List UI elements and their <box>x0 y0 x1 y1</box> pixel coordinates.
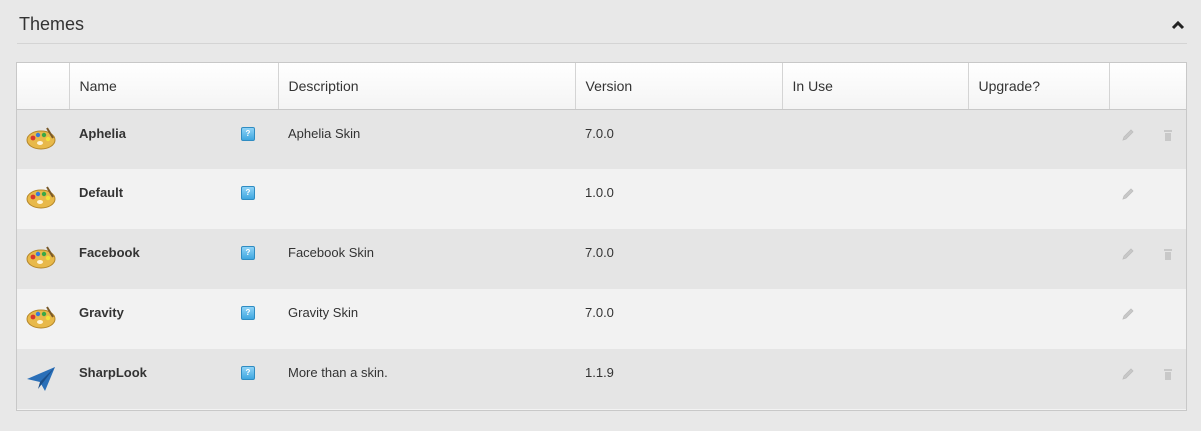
header-icon <box>17 63 70 110</box>
theme-name-cell: Aphelia ? <box>69 109 278 169</box>
theme-description: Aphelia Skin <box>288 125 361 141</box>
theme-version: 1.1.9 <box>585 365 614 380</box>
collapse-icon[interactable] <box>1171 18 1185 30</box>
theme-in-use <box>782 229 968 289</box>
table-row: Gravity ? Gravity Skin 7.0.0 <box>17 289 1186 349</box>
table-row: SharpLook ? More than a skin. 1.1.9 <box>17 349 1186 409</box>
theme-version: 7.0.0 <box>585 245 614 260</box>
palette-icon <box>25 306 57 334</box>
theme-description <box>278 169 575 229</box>
pencil-icon[interactable] <box>1121 367 1135 381</box>
theme-name-cell: SharpLook ? <box>69 349 278 409</box>
theme-actions <box>1109 169 1186 229</box>
pencil-icon[interactable] <box>1121 128 1135 142</box>
theme-description: Facebook Skin <box>288 245 374 260</box>
help-icon[interactable]: ? <box>241 186 255 200</box>
theme-in-use <box>782 169 968 229</box>
theme-name: Aphelia <box>79 125 126 141</box>
header-actions <box>1109 63 1186 110</box>
help-icon[interactable]: ? <box>241 306 255 320</box>
table-header-row: Name Description Version In Use Upgrade? <box>17 63 1186 110</box>
theme-actions <box>1109 229 1186 289</box>
theme-version: 7.0.0 <box>585 125 614 141</box>
palette-icon <box>25 246 57 274</box>
theme-in-use <box>782 349 968 409</box>
themes-table: Name Description Version In Use Upgrade?… <box>16 62 1187 411</box>
theme-name: Facebook <box>79 245 140 260</box>
table-row: Facebook ? Facebook Skin 7.0.0 <box>17 229 1186 289</box>
theme-icon-cell <box>17 289 69 349</box>
header-description[interactable]: Description <box>278 63 576 110</box>
palette-icon <box>25 126 57 155</box>
theme-name: Gravity <box>79 305 124 320</box>
theme-actions <box>1109 289 1186 349</box>
theme-name-cell: Gravity ? <box>69 289 278 349</box>
theme-upgrade <box>968 349 1109 409</box>
theme-description: Gravity Skin <box>288 305 359 320</box>
theme-name-cell: Default ? <box>69 169 278 229</box>
theme-name: Default <box>79 185 124 200</box>
header-version[interactable]: Version <box>575 63 783 110</box>
header-name[interactable]: Name <box>69 63 279 110</box>
table-row: Aphelia ? Aphelia Skin 7.0.0 <box>17 109 1186 169</box>
theme-name: SharpLook <box>79 365 147 380</box>
theme-icon-cell <box>17 349 69 409</box>
panel-header: Themes <box>17 0 1187 44</box>
theme-upgrade <box>968 229 1109 289</box>
trash-icon[interactable] <box>1161 367 1175 381</box>
table-row: Default ? 1.0.0 <box>17 169 1186 229</box>
theme-actions <box>1109 349 1186 409</box>
trash-icon[interactable] <box>1161 128 1175 142</box>
theme-icon-cell <box>17 229 69 289</box>
header-upgrade[interactable]: Upgrade? <box>968 63 1110 110</box>
help-icon[interactable]: ? <box>241 246 255 260</box>
theme-actions <box>1109 109 1186 169</box>
theme-description: More than a skin. <box>288 365 388 380</box>
trash-icon[interactable] <box>1161 247 1175 261</box>
pencil-icon[interactable] <box>1121 247 1135 261</box>
theme-icon-cell <box>17 109 69 169</box>
help-icon[interactable]: ? <box>241 126 255 141</box>
theme-icon-cell <box>17 169 69 229</box>
theme-in-use <box>782 109 968 169</box>
theme-upgrade <box>968 289 1109 349</box>
theme-name-cell: Facebook ? <box>69 229 278 289</box>
theme-version: 7.0.0 <box>585 305 614 320</box>
theme-version: 1.0.0 <box>585 185 614 200</box>
pencil-icon[interactable] <box>1121 307 1135 321</box>
pencil-icon[interactable] <box>1121 187 1135 201</box>
palette-icon <box>25 186 57 214</box>
theme-upgrade <box>968 109 1109 169</box>
help-icon[interactable]: ? <box>241 366 255 380</box>
header-in-use[interactable]: In Use <box>782 63 969 110</box>
theme-in-use <box>782 289 968 349</box>
panel-title: Themes <box>19 14 85 34</box>
theme-upgrade <box>968 169 1109 229</box>
paper-plane-icon <box>25 367 57 396</box>
